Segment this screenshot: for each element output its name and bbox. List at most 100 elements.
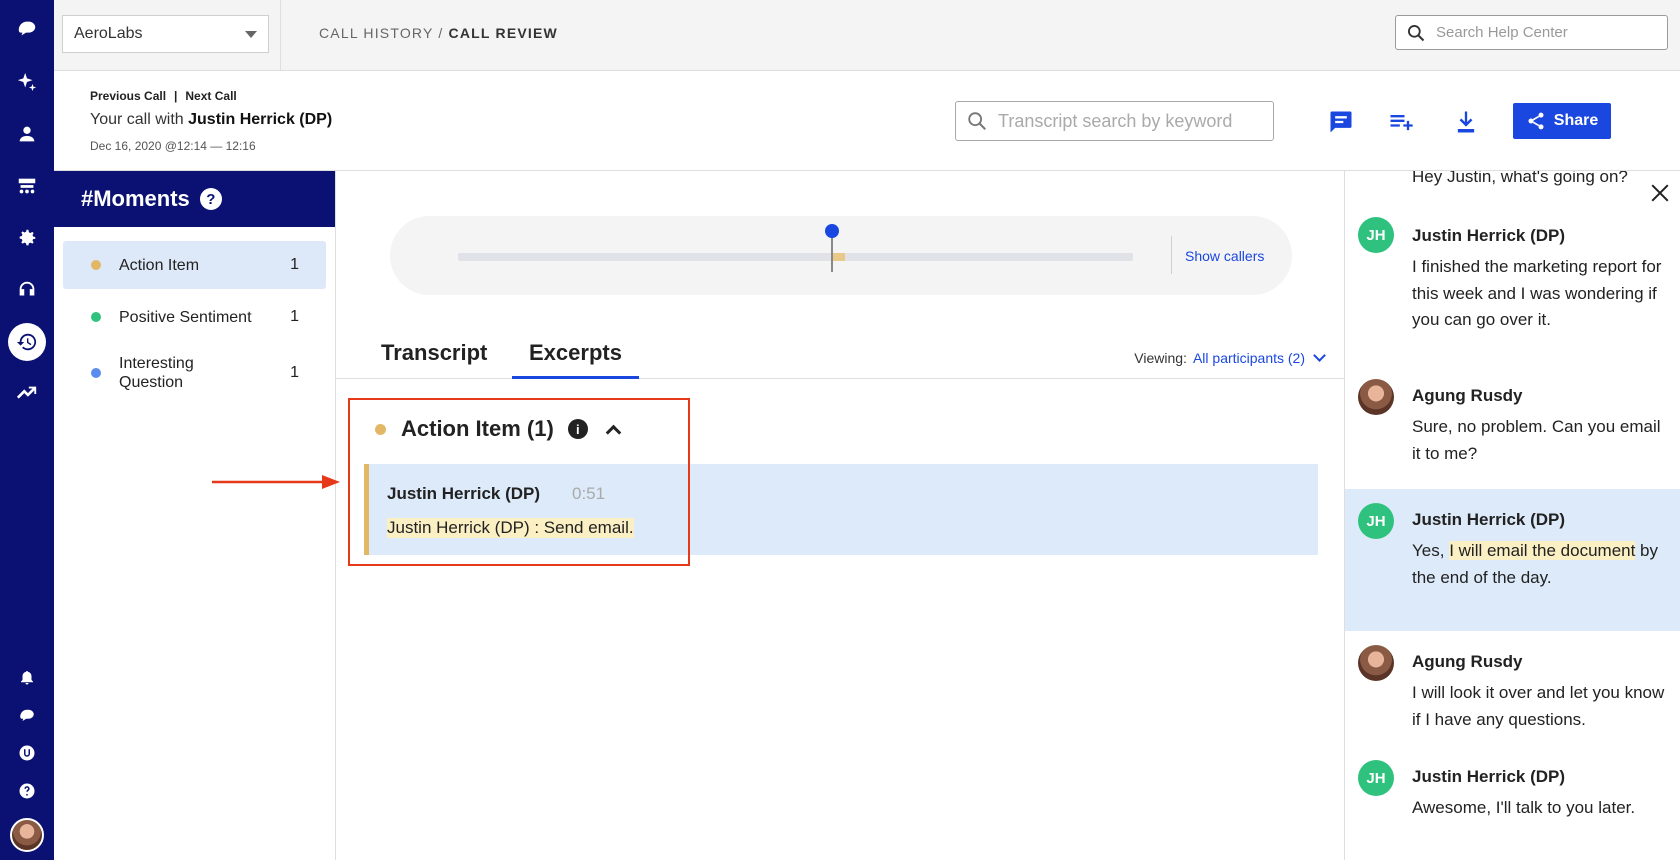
teams-office-icon[interactable] [0, 160, 54, 212]
moment-label: Positive Sentiment [119, 308, 252, 326]
next-call-link[interactable]: Next Call [185, 89, 236, 103]
chevron-down-icon [1313, 349, 1326, 362]
call-navigation: Previous Call | Next Call [90, 89, 237, 103]
left-nav [0, 0, 54, 860]
help-search-input[interactable] [1436, 24, 1656, 41]
dialpad-app-icon[interactable] [0, 696, 54, 734]
breadcrumb-separator: / [433, 25, 449, 41]
previous-call-link[interactable]: Previous Call [90, 89, 166, 103]
transcript-message-highlighted[interactable]: JH Justin Herrick (DP) Yes, I will email… [1345, 489, 1680, 631]
analytics-trend-icon[interactable] [0, 368, 54, 420]
add-to-playlist-icon[interactable] [1386, 107, 1416, 137]
call-title-prefix: Your call with [90, 111, 189, 128]
playhead-handle[interactable] [825, 224, 839, 238]
moment-dot-icon [91, 260, 101, 270]
message-text: I will look it over and let you know if … [1412, 683, 1665, 729]
call-header: Previous Call | Next Call Your call with J… [54, 71, 1680, 171]
contacts-person-icon[interactable] [0, 108, 54, 160]
chevron-up-icon[interactable] [605, 424, 622, 440]
transcript-search-input[interactable] [998, 110, 1268, 132]
message-speaker: Justin Herrick (DP) [1412, 226, 1566, 245]
moment-count: 1 [290, 256, 299, 273]
moment-dot-icon [91, 368, 101, 378]
breadcrumb-call-history[interactable]: CALL HISTORY [319, 25, 433, 41]
moment-label: Action Item [119, 256, 200, 274]
avatar: JH [1358, 217, 1394, 253]
search-icon [1408, 24, 1425, 41]
call-title: Your call with Justin Herrick (DP) [90, 111, 332, 129]
message-speaker: Justin Herrick (DP) [1412, 767, 1566, 786]
message-text-before: Yes, [1412, 541, 1450, 560]
org-selector[interactable]: AeroLabs [62, 15, 269, 53]
call-history-nav[interactable] [0, 316, 54, 368]
help-circle-icon[interactable] [0, 772, 54, 810]
uberconference-icon[interactable] [0, 734, 54, 772]
message-text: Sure, no problem. Can you email it to me… [1412, 417, 1661, 463]
transcript-message[interactable]: JH Justin Herrick (DP) Awesome, I'll tal… [1345, 746, 1680, 860]
avatar [1358, 645, 1394, 681]
help-question-icon[interactable]: ? [199, 188, 222, 210]
moment-count: 1 [290, 364, 299, 381]
annotation-arrow [212, 475, 340, 489]
highlighted-phrase: I will email the document [1449, 541, 1636, 560]
playhead-line [831, 236, 833, 272]
message-speaker: Agung Rusdy [1412, 652, 1523, 671]
moments-header: #Moments ? [54, 171, 335, 227]
viewing-filter[interactable]: Viewing: All participants (2) [1134, 349, 1326, 366]
user-avatar[interactable] [0, 810, 54, 860]
moment-item-interesting-question[interactable]: Interesting Question 1 [63, 345, 326, 401]
dialpad-logo-icon[interactable] [0, 0, 54, 56]
review-tabs: Transcript Excerpts Viewing: All particip… [336, 330, 1344, 379]
moments-sidebar: #Moments ? Action Item 1 Positive Sentim… [54, 171, 336, 860]
notifications-bell-icon[interactable] [0, 658, 54, 696]
history-clock-icon [8, 323, 46, 361]
ai-sparkle-icon[interactable] [0, 56, 54, 108]
call-title-name: Justin Herrick (DP) [188, 111, 333, 128]
timeline-track[interactable] [458, 253, 1133, 261]
timeline-moment-marker[interactable] [831, 253, 845, 261]
excerpt-timestamp[interactable]: 0:51 [572, 484, 605, 504]
avatar: JH [1358, 503, 1394, 539]
action-item-header[interactable]: Action Item (1) i [375, 416, 622, 442]
message-text: Yes, I will email the document by the en… [1412, 538, 1667, 591]
transcript-message[interactable]: Agung Rusdy Sure, no problem. Can you em… [1345, 361, 1680, 463]
share-button[interactable]: Share [1513, 103, 1611, 139]
info-icon[interactable]: i [567, 419, 588, 439]
search-icon [968, 112, 986, 130]
transcript-message[interactable]: JH Justin Herrick (DP) I finished the ma… [1345, 201, 1680, 361]
comment-icon[interactable] [1326, 107, 1356, 137]
breadcrumb-call-review: CALL REVIEW [448, 25, 558, 41]
moment-dot-icon [375, 423, 386, 435]
top-bar: AeroLabs CALL HISTORY / CALL REVIEW [54, 0, 1680, 71]
divider [1171, 236, 1172, 274]
call-timeline: Show callers [390, 216, 1292, 295]
avatar [1358, 379, 1394, 415]
close-icon[interactable] [1649, 182, 1671, 204]
viewing-value: All participants (2) [1192, 350, 1305, 366]
transcript-search[interactable] [955, 101, 1274, 141]
org-selector-value: AeroLabs [74, 25, 143, 42]
call-date: Dec 16, 2020 @12:14 — 12:16 [90, 139, 256, 153]
moment-item-action-item[interactable]: Action Item 1 [63, 241, 326, 289]
help-center-search[interactable] [1395, 15, 1668, 50]
settings-gear-icon[interactable] [0, 212, 54, 264]
message-text: Awesome, I'll talk to you later. [1412, 798, 1636, 817]
share-label: Share [1553, 112, 1599, 129]
message-text: Hey Justin, what's going on? [1412, 171, 1628, 186]
tab-transcript[interactable]: Transcript [381, 340, 487, 376]
moment-item-positive-sentiment[interactable]: Positive Sentiment 1 [63, 293, 326, 341]
avatar: JH [1358, 760, 1394, 796]
excerpt-text: Justin Herrick (DP) : Send email. [387, 518, 634, 538]
show-callers-link[interactable]: Show callers [1185, 248, 1264, 264]
tab-excerpts[interactable]: Excerpts [512, 340, 639, 379]
headset-icon[interactable] [0, 264, 54, 316]
transcript-message[interactable]: Agung Rusdy I will look it over and let … [1345, 631, 1680, 751]
moment-count: 1 [290, 308, 299, 325]
divider [280, 0, 281, 71]
excerpt-card[interactable]: Justin Herrick (DP) 0:51 Justin Herrick … [364, 464, 1318, 555]
share-icon [1528, 112, 1544, 130]
moment-dot-icon [91, 312, 101, 322]
message-speaker: Agung Rusdy [1412, 386, 1523, 405]
message-text: I finished the marketing report for this… [1412, 257, 1662, 329]
download-icon[interactable] [1451, 107, 1481, 137]
